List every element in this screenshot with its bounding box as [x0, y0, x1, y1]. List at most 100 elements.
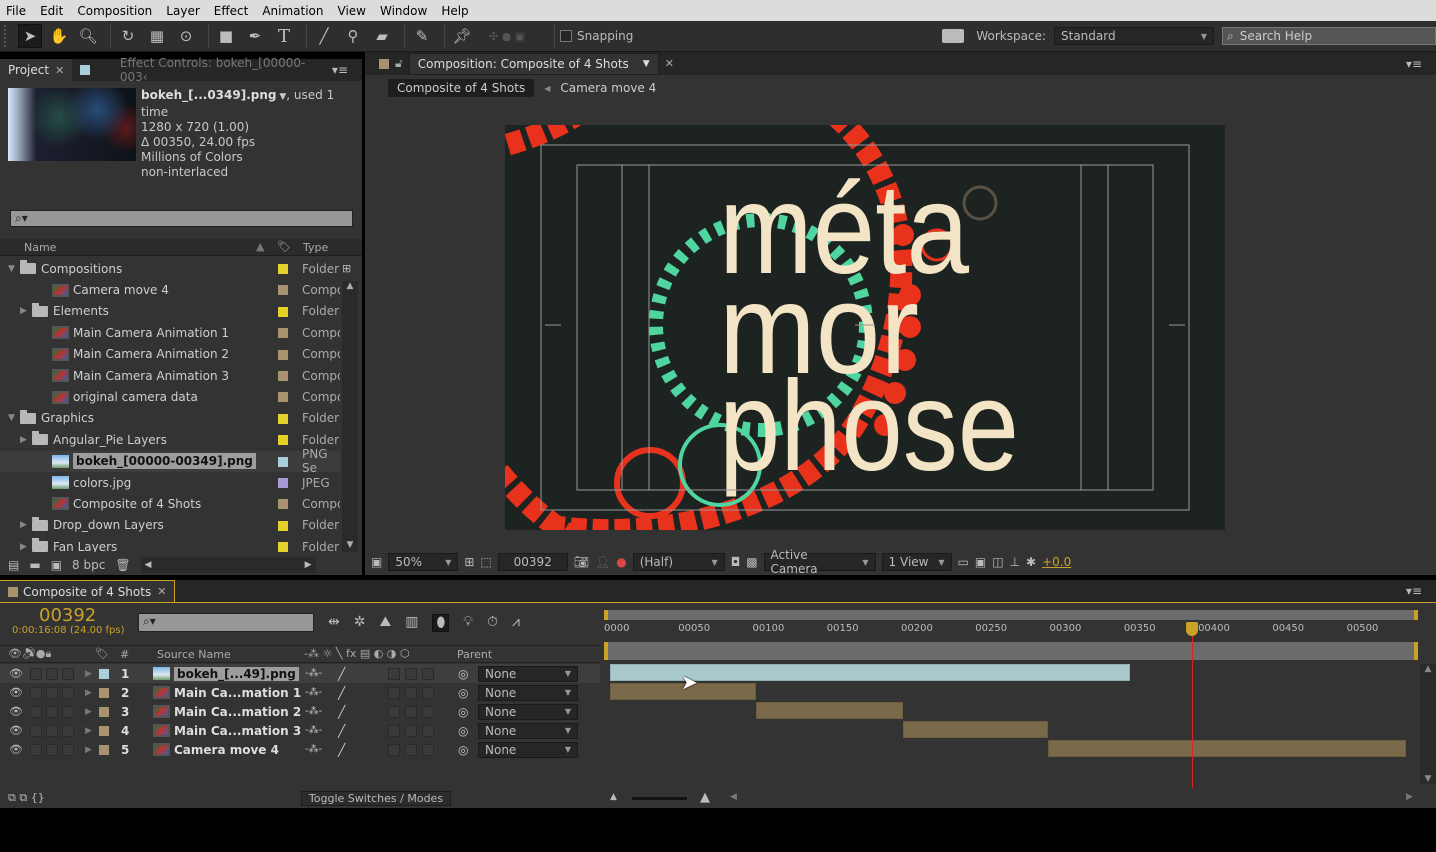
column-type-header[interactable]: Type [303, 241, 328, 254]
lock-switch[interactable] [62, 743, 74, 756]
label-color-swatch[interactable] [99, 744, 109, 755]
source-name-header[interactable]: Source Name [157, 648, 231, 661]
switch-box[interactable] [405, 667, 417, 680]
bit-depth-button[interactable]: 8 bpc [72, 558, 105, 572]
timeline-icon[interactable]: ▣ [975, 555, 986, 569]
frame-blending-icon[interactable]: ▥ [405, 614, 418, 632]
solo-switch[interactable] [30, 724, 42, 737]
pick-whip-icon[interactable]: ◎ [458, 667, 468, 681]
layer-switches-icons[interactable]: ⧉ ⧉ {} [8, 791, 45, 805]
quality-switch-icon[interactable]: ╱ [338, 743, 345, 757]
project-item[interactable]: ▼ Compositions Folder [0, 258, 340, 279]
draft-3d-icon[interactable]: ✲ [354, 614, 366, 632]
menu-window[interactable]: Window [374, 4, 435, 18]
new-composition-icon[interactable]: ▣ [51, 558, 62, 572]
eraser-tool-button[interactable]: ▰ [370, 24, 394, 48]
layer-duration-bar[interactable] [1048, 740, 1407, 757]
menu-effect[interactable]: Effect [208, 4, 257, 18]
switch-box[interactable] [405, 705, 417, 718]
pixel-aspect-icon[interactable]: ▭ [958, 555, 969, 569]
pen-tool-button[interactable]: ✒ [243, 24, 267, 48]
label-color-swatch[interactable] [278, 392, 288, 403]
quality-switch-icon[interactable]: ╱ [338, 705, 345, 719]
comp-mini-flowchart-icon[interactable]: ⇹ [328, 614, 340, 632]
timeline-search-field[interactable]: ⌕▾ [138, 613, 314, 632]
trash-icon[interactable]: 🗑︎ [115, 558, 130, 572]
expand-closed-icon[interactable]: ▶ [20, 542, 32, 552]
work-area-bar[interactable] [604, 610, 1418, 620]
label-color-swatch[interactable] [278, 435, 288, 446]
switch-box[interactable] [388, 724, 400, 737]
view-layout-select[interactable]: 1 View [881, 553, 952, 571]
expand-open-icon[interactable]: ▼ [8, 413, 20, 423]
solo-switch[interactable] [30, 667, 42, 680]
pick-whip-icon[interactable]: ◎ [458, 724, 468, 738]
resolution-select[interactable]: (Half) [632, 553, 725, 571]
channel-icon[interactable]: ● [616, 555, 626, 569]
switch-box[interactable] [388, 686, 400, 699]
current-time-display[interactable]: 00392 [497, 553, 568, 571]
interpret-footage-icon[interactable]: ▤ [8, 558, 19, 572]
label-color-swatch[interactable] [99, 706, 109, 717]
magnification-select[interactable]: 50% [388, 553, 459, 571]
layer-duration-bar[interactable] [902, 721, 1049, 738]
scroll-up-icon[interactable]: ▲ [342, 281, 358, 291]
label-color-swatch[interactable] [278, 370, 288, 381]
timeline-layer-row[interactable]: 👁︎ ▶ 5 Camera move 4 -⁂- ╱ ◎ None [0, 740, 600, 759]
parent-select[interactable]: None [478, 741, 578, 758]
auto-keyframe-icon[interactable]: ⏱︎ [487, 614, 498, 632]
switch-box[interactable] [422, 724, 434, 737]
brainstorm-icon[interactable]: 💡︎ [463, 614, 473, 632]
visibility-eye-icon[interactable]: 👁︎ [9, 705, 23, 718]
scroll-down-icon[interactable]: ▼ [1420, 774, 1436, 784]
expand-layer-icon[interactable]: ▶ [85, 707, 92, 717]
timeline-vertical-scrollbar[interactable]: ▲ ▼ [1420, 664, 1436, 784]
show-snapshot-icon[interactable]: 👤︎ [595, 555, 610, 569]
region-of-interest-icon[interactable]: ⬚ [480, 555, 491, 569]
new-folder-icon[interactable]: ▬ [29, 558, 40, 572]
shy-switch-icon[interactable]: -⁂- [305, 744, 322, 755]
parent-select[interactable]: None [478, 703, 578, 720]
switch-box[interactable] [405, 686, 417, 699]
project-item[interactable]: ▶ Angular_Pie Layers Folder [0, 429, 340, 450]
expand-open-icon[interactable]: ▼ [8, 264, 20, 274]
lock-switch[interactable] [46, 743, 58, 756]
playhead[interactable] [1186, 622, 1199, 788]
switch-box[interactable] [422, 743, 434, 756]
lock-switch[interactable] [46, 686, 58, 699]
close-icon[interactable]: ✕ [157, 585, 166, 598]
hand-tool-button[interactable]: ✋ [47, 24, 71, 48]
scroll-right-icon[interactable]: ▶ [305, 560, 312, 570]
scroll-right-icon[interactable]: ▶ [1406, 792, 1413, 802]
switch-box[interactable] [388, 667, 400, 680]
visibility-eye-icon[interactable]: 👁︎ [9, 724, 23, 737]
item-menu-icon[interactable]: ▼ [277, 92, 286, 102]
switch-box[interactable] [405, 743, 417, 756]
clone-stamp-tool-button[interactable]: ⚲ [341, 24, 365, 48]
project-item[interactable]: Main Camera Animation 3 Compo [0, 365, 340, 386]
label-color-swatch[interactable] [278, 349, 288, 360]
switch-box[interactable] [422, 686, 434, 699]
label-color-swatch[interactable] [278, 306, 288, 317]
puppet-pin-tool-button[interactable]: 📌︎ [450, 24, 474, 48]
lock-switch[interactable] [46, 724, 58, 737]
quality-switch-icon[interactable]: ╱ [338, 724, 345, 738]
brush-tool-button[interactable]: ╱ [312, 24, 336, 48]
rotation-tool-button[interactable]: ↻ [116, 24, 140, 48]
scroll-down-icon[interactable]: ▼ [342, 540, 358, 550]
camera-tool-button[interactable]: ▦ [145, 24, 169, 48]
time-navigator[interactable] [604, 642, 1418, 660]
expand-closed-icon[interactable]: ▶ [20, 520, 32, 530]
panel-menu-icon[interactable]: ▾≡ [1406, 584, 1422, 598]
menu-help[interactable]: Help [435, 4, 476, 18]
pick-whip-icon[interactable]: ◎ [458, 743, 468, 757]
switch-box[interactable] [388, 705, 400, 718]
layer-name[interactable]: bokeh_[...49].png [174, 666, 299, 681]
layer-name[interactable]: Main Ca...mation 2 [174, 705, 301, 719]
panel-menu-icon[interactable]: ▾≡ [1406, 57, 1422, 71]
label-color-swatch[interactable] [278, 413, 288, 424]
horizontal-scrollbar[interactable]: ◀ ▶ [140, 557, 316, 573]
switch-box[interactable] [388, 743, 400, 756]
timeline-layer-row[interactable]: 👁︎ ▶ 2 Main Ca...mation 1 -⁂- ╱ ◎ None [0, 683, 600, 702]
scroll-left-icon[interactable]: ◀ [730, 792, 737, 802]
